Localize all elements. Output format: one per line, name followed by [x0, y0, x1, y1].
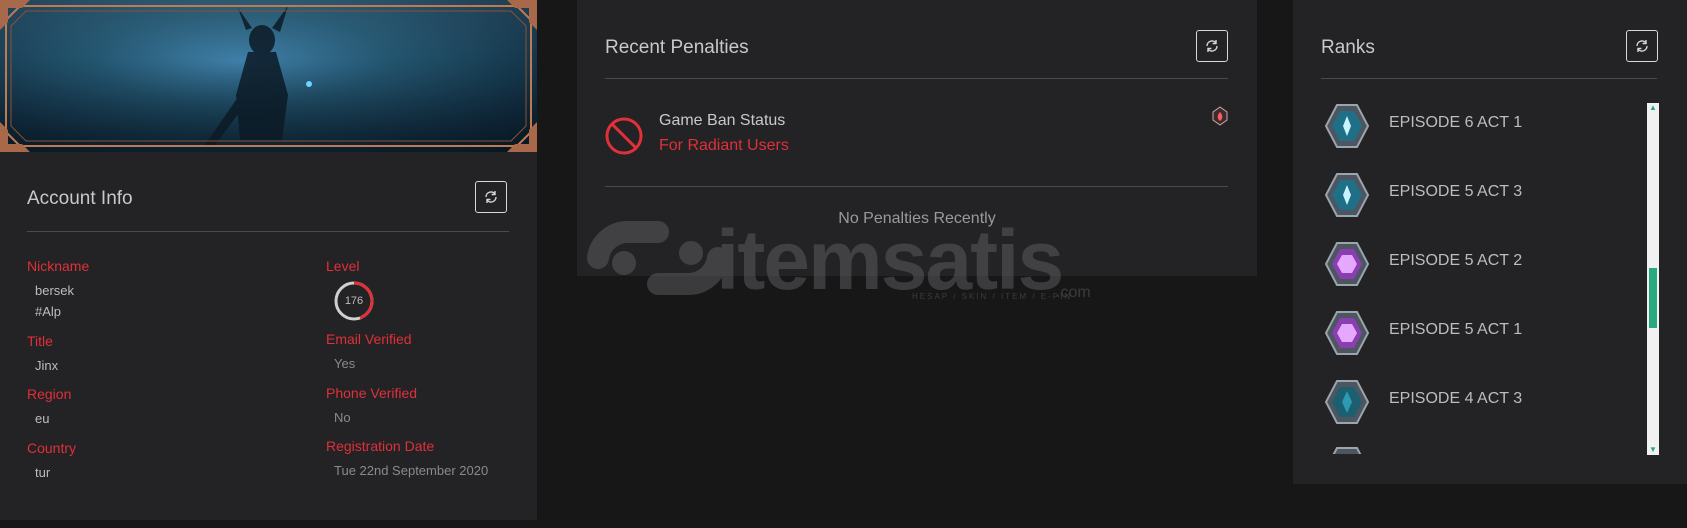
penalties-title: Recent Penalties [605, 37, 749, 58]
watermark-suffix: .com [1056, 284, 1091, 301]
account-divider [27, 231, 509, 232]
ban-status-subtitle: For Radiant Users [659, 137, 789, 154]
refresh-icon [485, 191, 497, 203]
scroll-down-arrow-icon[interactable]: ▼ [1647, 445, 1659, 455]
rank-name: EPISODE 5 ACT 1 [1389, 321, 1523, 338]
penalties-divider-bottom [605, 186, 1228, 187]
nickname-value: bersek [35, 283, 75, 298]
email-verified-value: Yes [334, 356, 356, 371]
no-penalties-text: No Penalties Recently [838, 210, 996, 227]
title-label: Title [27, 333, 53, 349]
diamond-rank-icon [1324, 173, 1370, 217]
email-verified-label: Email Verified [326, 331, 412, 347]
refresh-icon [1206, 40, 1218, 52]
tag-value: #Alp [35, 304, 62, 319]
rank-item: EPISODE 5 ACT 1 [1323, 309, 1643, 365]
ranks-scrollbar[interactable]: ▲ ▼ [1647, 103, 1659, 455]
ban-icon [605, 117, 643, 155]
phone-verified-label: Phone Verified [326, 385, 418, 401]
country-label: Country [27, 440, 77, 456]
ban-status-title: Game Ban Status [659, 112, 786, 129]
rank-name: EPISODE 4 ACT 3 [1389, 390, 1523, 407]
penalties-divider-top [605, 78, 1228, 79]
penalties-refresh-button[interactable] [1196, 30, 1228, 62]
radiant-rank-icon [1212, 106, 1228, 126]
rank-name: EPISODE 6 ACT 1 [1389, 114, 1523, 131]
account-refresh-button[interactable] [475, 181, 507, 213]
region-label: Region [27, 386, 72, 402]
rank-item: EPISODE 4 ACT 3 [1323, 378, 1643, 434]
banner-frame-icon [0, 0, 537, 152]
ascendant-rank-icon [1324, 242, 1370, 286]
scrollbar-thumb[interactable] [1649, 268, 1657, 328]
refresh-icon [1636, 40, 1648, 52]
ranks-divider [1321, 78, 1657, 79]
ranks-card: Ranks EPISODE 6 ACT 1 EPISODE 5 ACT 3 EP… [1293, 0, 1687, 484]
ranks-title: Ranks [1321, 37, 1375, 58]
profile-banner-image [0, 0, 537, 152]
penalties-card: Recent Penalties Game Ban Status For Rad… [577, 0, 1257, 276]
rank-item: EPISODE 5 ACT 2 [1323, 240, 1643, 296]
level-label: Level [326, 258, 360, 274]
watermark-tagline: HESAP / SKIN / ITEM / E-PIN [912, 292, 1073, 301]
title-value: Jinx [35, 358, 59, 373]
rank-item: EPISODE 6 ACT 1 [1323, 102, 1643, 158]
level-value: 176 [344, 295, 364, 307]
platinum-rank-icon [1324, 380, 1370, 424]
scroll-up-arrow-icon[interactable]: ▲ [1647, 103, 1659, 113]
account-info-title: Account Info [27, 188, 133, 209]
nickname-label: Nickname [27, 258, 90, 274]
rank-item: EPISODE 5 ACT 3 [1323, 171, 1643, 227]
phone-verified-value: No [334, 410, 351, 425]
rank-item-partial [1323, 445, 1643, 454]
region-value: eu [35, 411, 50, 426]
rank-name: EPISODE 5 ACT 2 [1389, 252, 1523, 269]
ranks-refresh-button[interactable] [1626, 30, 1658, 62]
ranks-list[interactable]: EPISODE 6 ACT 1 EPISODE 5 ACT 3 EPISODE … [1293, 100, 1643, 454]
account-card: Account Info Nickname bersek #Alp Title … [0, 0, 537, 520]
rank-name: EPISODE 5 ACT 3 [1389, 183, 1523, 200]
country-value: tur [35, 465, 51, 480]
registration-date-value: Tue 22nd September 2020 [334, 463, 489, 478]
ascendant-rank-icon [1324, 311, 1370, 355]
level-badge: 176 [333, 280, 375, 322]
registration-date-label: Registration Date [326, 438, 435, 454]
diamond-rank-icon [1324, 104, 1370, 148]
platinum-rank-icon [1332, 447, 1362, 454]
